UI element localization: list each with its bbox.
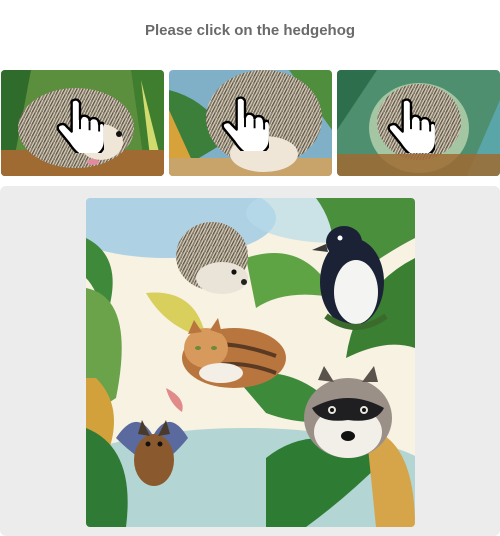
challenge-image[interactable] bbox=[86, 198, 415, 527]
example-image-1 bbox=[1, 70, 164, 176]
captcha-prompt: Please click on the hedgehog bbox=[144, 22, 356, 39]
example-image-3 bbox=[337, 70, 500, 176]
example-image-2 bbox=[169, 70, 332, 176]
